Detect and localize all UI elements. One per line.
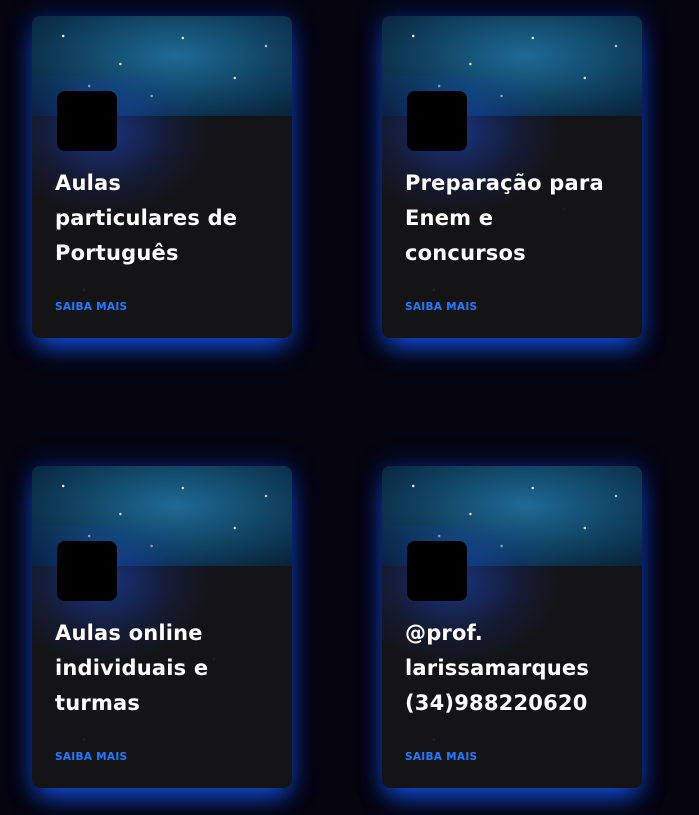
saiba-mais-link[interactable]: SAIBA MAIS <box>405 301 477 313</box>
service-card-contato[interactable]: @prof. larissamarques (34)988220620 SAIB… <box>382 466 642 788</box>
card-icon-placeholder <box>407 91 467 151</box>
card-title: Aulas online individuais e turmas <box>55 621 209 715</box>
card-icon-placeholder <box>407 541 467 601</box>
card-title: @prof. larissamarques (34)988220620 <box>405 621 590 715</box>
card-icon-placeholder <box>57 541 117 601</box>
services-grid: Aulas particulares de Português SAIBA MA… <box>0 0 699 815</box>
saiba-mais-link[interactable]: SAIBA MAIS <box>55 301 127 313</box>
service-card-aulas-online[interactable]: Aulas online individuais e turmas SAIBA … <box>32 466 292 788</box>
card-title: Preparação para Enem e concursos <box>405 171 604 265</box>
saiba-mais-link[interactable]: SAIBA MAIS <box>55 751 127 763</box>
service-card-enem-concursos[interactable]: Preparação para Enem e concursos SAIBA M… <box>382 16 642 338</box>
service-card-aulas-particulares[interactable]: Aulas particulares de Português SAIBA MA… <box>32 16 292 338</box>
card-title: Aulas particulares de Português <box>55 171 238 265</box>
saiba-mais-link[interactable]: SAIBA MAIS <box>405 751 477 763</box>
card-icon-placeholder <box>57 91 117 151</box>
